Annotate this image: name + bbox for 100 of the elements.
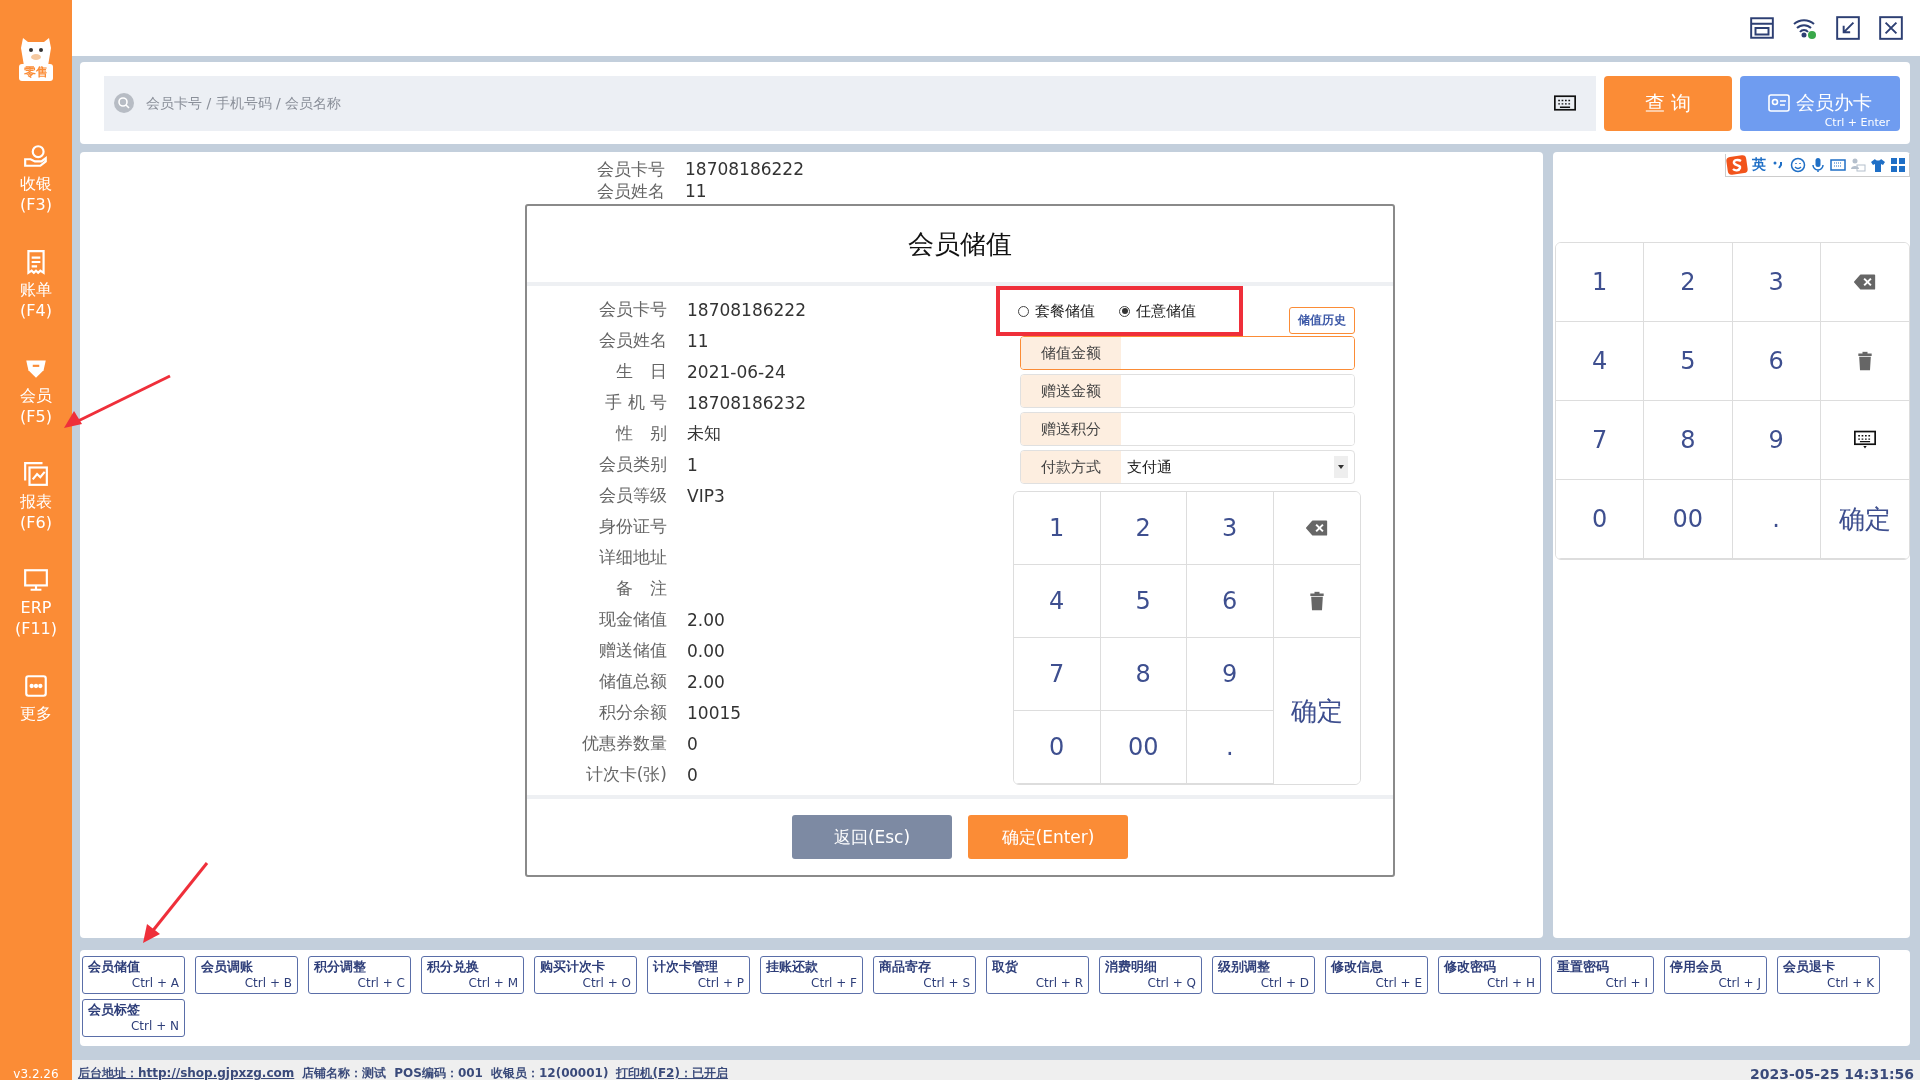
field-value: 18708186222 [687,299,807,320]
shirt-icon[interactable] [1870,157,1886,173]
shortcut-button[interactable]: 商品寄存 Ctrl + S [873,956,976,994]
key[interactable]: 3 [1187,492,1274,565]
search-field[interactable]: 会员卡号 / 手机号码 / 会员名称 [104,75,1596,131]
status-text: POS编码：001 [394,1065,483,1080]
field-value: 1 [687,454,699,475]
shortcut-button[interactable]: 购买计次卡 Ctrl + O [534,956,637,994]
field-label: 会员姓名 [598,329,667,352]
key[interactable]: 00 [1100,711,1187,784]
status-text: 收银员：12(00001) [490,1065,609,1080]
dialog-title: 会员储值 [908,227,1012,261]
payment-select[interactable]: 付款方式 支付通 [1020,450,1355,484]
field-label: 计次卡(张) [584,763,667,786]
key[interactable]: 6 [1732,322,1821,401]
keyboard-icon[interactable] [1554,94,1576,112]
key[interactable]: 4 [1556,322,1645,401]
shortcut-button[interactable]: 积分兑换 Ctrl + M [421,956,524,994]
smiley-icon[interactable] [1790,157,1806,173]
field-value: 0 [687,764,699,785]
field-value: 11 [687,330,710,351]
key[interactable]: 5 [1100,565,1187,638]
backspace-key[interactable] [1273,492,1360,565]
key[interactable]: 00 [1644,480,1733,559]
version-label: v3.2.26 [13,1067,59,1080]
keyboard-icon [1853,430,1876,450]
backspace-key[interactable] [1820,243,1909,322]
field-label: 储值总额 [598,670,667,693]
radio-option[interactable]: 套餐储值 [1018,301,1095,321]
key[interactable]: 1 [1014,492,1101,565]
shortcut-button[interactable]: 修改信息 Ctrl + E [1325,956,1428,994]
more-icon [23,673,49,699]
shortcut-button[interactable]: 消费明细 Ctrl + Q [1099,956,1202,994]
field-label: 会员等级 [598,484,667,507]
field-label: 赠送储值 [598,639,667,662]
key[interactable]: 9 [1187,638,1274,711]
status-link[interactable]: 后台地址：http://shop.gjpxzg.com [78,1065,295,1080]
shortcut-button[interactable]: 挂账还款 Ctrl + F [760,956,863,994]
field-label: 现金储值 [598,608,667,631]
shortcut-button[interactable]: 重置密码 Ctrl + I [1551,956,1654,994]
shortcut-button[interactable]: 会员退卡 Ctrl + K [1777,956,1880,994]
grid-icon[interactable] [1890,157,1906,173]
field-label: 性 别 [614,422,667,445]
shortcut-button[interactable]: 会员标签 Ctrl + N [82,999,185,1037]
field-label: 身份证号 [598,515,667,538]
key[interactable]: 7 [1556,401,1645,480]
store-icon[interactable] [1749,15,1775,41]
field-label: 优惠券数量 [581,732,667,755]
key[interactable]: 6 [1187,565,1274,638]
shrink-icon[interactable] [1835,15,1861,41]
field-value: 0.00 [687,640,726,661]
shortcut-button[interactable]: 停用会员 Ctrl + J [1664,956,1767,994]
key[interactable]: 0 [1014,711,1101,784]
field-value: 18708186232 [687,392,807,413]
backspace-icon [1305,518,1328,538]
key[interactable]: 3 [1732,243,1821,322]
caret-icon [1338,465,1344,469]
shortcut-button[interactable]: 计次卡管理 Ctrl + P [647,956,750,994]
key[interactable]: 1 [1556,243,1645,322]
key[interactable]: 5 [1644,322,1733,401]
key[interactable]: 7 [1014,638,1101,711]
datetime: 2023-05-25 14:31:56 [1749,1065,1914,1080]
field-label: 积分余额 [598,701,667,724]
status-text: 店铺名称：测试 [302,1065,387,1080]
backspace-icon [1853,272,1876,292]
field-label: 生 日 [615,360,667,383]
key[interactable]: 4 [1014,565,1101,638]
key[interactable]: 0 [1556,480,1645,559]
field-value: 0 [687,733,699,754]
key[interactable]: . [1187,711,1274,784]
input-field[interactable]: 赠送积分 [1020,412,1355,446]
key[interactable]: . [1732,480,1821,559]
field-label: 会员卡号 [598,298,667,321]
shortcut-button[interactable]: 修改密码 Ctrl + H [1438,956,1541,994]
input-field[interactable]: 赠送金额 [1020,374,1355,408]
shortcut-button[interactable]: 会员调账 Ctrl + B [195,956,298,994]
input-field[interactable]: 储值金额 [1020,336,1355,370]
shortcut-button[interactable]: 会员储值 Ctrl + A [82,956,185,994]
ime-logo-icon[interactable] [1726,155,1748,175]
search-input[interactable]: 会员卡号 / 手机号码 / 会员名称 [144,94,1544,112]
field-value: 18708186222 [685,158,805,180]
field-value: 2021-06-24 [687,361,787,382]
key[interactable]: 2 [1100,492,1187,565]
status-link[interactable]: 打印机(F2)：已开启 [616,1065,728,1080]
history-button[interactable]: 储值历史 [1289,307,1355,334]
shortcut-button[interactable]: 取货 Ctrl + R [986,956,1089,994]
microphone-icon[interactable] [1810,157,1826,173]
key[interactable]: 8 [1644,401,1733,480]
shortcut-button[interactable]: 级别调整 Ctrl + D [1212,956,1315,994]
shortcut-button[interactable]: 积分调整 Ctrl + C [308,956,411,994]
field-label: 会员姓名 [596,180,665,202]
key[interactable]: 9 [1732,401,1821,480]
close-icon[interactable] [1878,15,1904,41]
field-label: 备 注 [615,577,667,600]
field-label: 会员卡号 [596,158,665,180]
key[interactable]: 2 [1644,243,1733,322]
radio-option[interactable]: 任意储值 [1119,301,1196,321]
ime-mode[interactable]: 英 [1752,156,1766,174]
key[interactable]: 8 [1100,638,1187,711]
field-value: 2.00 [687,609,726,630]
